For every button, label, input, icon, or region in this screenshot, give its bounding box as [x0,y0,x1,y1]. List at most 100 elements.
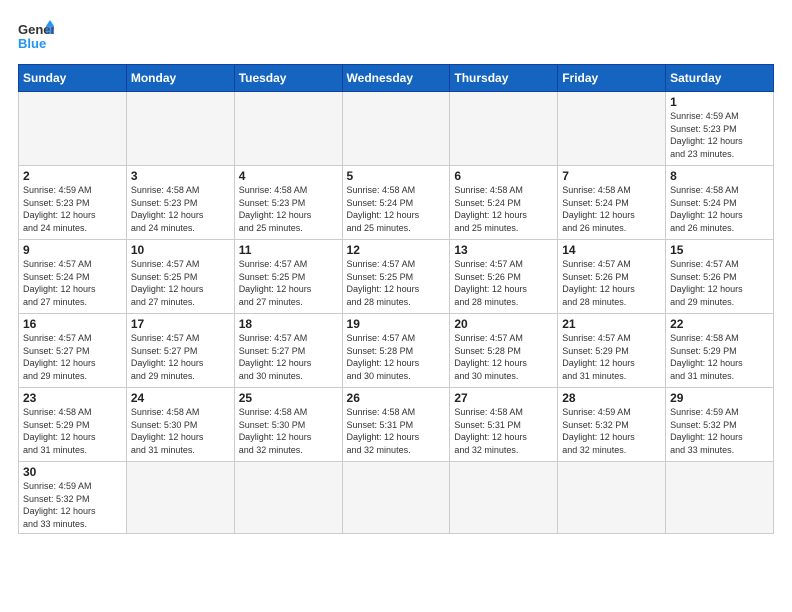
calendar-row-4: 16Sunrise: 4:57 AM Sunset: 5:27 PM Dayli… [19,314,774,388]
calendar: SundayMondayTuesdayWednesdayThursdayFrid… [18,64,774,534]
calendar-cell [342,92,450,166]
calendar-cell: 5Sunrise: 4:58 AM Sunset: 5:24 PM Daylig… [342,166,450,240]
day-info: Sunrise: 4:58 AM Sunset: 5:23 PM Dayligh… [131,184,230,234]
day-info: Sunrise: 4:58 AM Sunset: 5:31 PM Dayligh… [347,406,446,456]
calendar-cell: 24Sunrise: 4:58 AM Sunset: 5:30 PM Dayli… [126,388,234,462]
calendar-cell [558,92,666,166]
day-number: 13 [454,243,553,257]
header: General Blue [18,18,774,54]
day-info: Sunrise: 4:58 AM Sunset: 5:29 PM Dayligh… [23,406,122,456]
calendar-cell: 20Sunrise: 4:57 AM Sunset: 5:28 PM Dayli… [450,314,558,388]
calendar-cell: 26Sunrise: 4:58 AM Sunset: 5:31 PM Dayli… [342,388,450,462]
day-number: 20 [454,317,553,331]
svg-text:Blue: Blue [18,36,46,51]
calendar-cell [342,462,450,534]
day-info: Sunrise: 4:57 AM Sunset: 5:27 PM Dayligh… [239,332,338,382]
day-number: 24 [131,391,230,405]
calendar-cell: 12Sunrise: 4:57 AM Sunset: 5:25 PM Dayli… [342,240,450,314]
day-number: 29 [670,391,769,405]
day-number: 9 [23,243,122,257]
day-number: 19 [347,317,446,331]
day-number: 2 [23,169,122,183]
day-info: Sunrise: 4:58 AM Sunset: 5:24 PM Dayligh… [670,184,769,234]
day-number: 27 [454,391,553,405]
day-info: Sunrise: 4:57 AM Sunset: 5:28 PM Dayligh… [347,332,446,382]
calendar-cell [666,462,774,534]
calendar-cell: 6Sunrise: 4:58 AM Sunset: 5:24 PM Daylig… [450,166,558,240]
day-number: 26 [347,391,446,405]
day-number: 28 [562,391,661,405]
day-number: 21 [562,317,661,331]
calendar-cell: 11Sunrise: 4:57 AM Sunset: 5:25 PM Dayli… [234,240,342,314]
calendar-row-3: 9Sunrise: 4:57 AM Sunset: 5:24 PM Daylig… [19,240,774,314]
calendar-cell [126,92,234,166]
day-info: Sunrise: 4:57 AM Sunset: 5:25 PM Dayligh… [131,258,230,308]
calendar-cell [126,462,234,534]
calendar-cell [234,92,342,166]
weekday-saturday: Saturday [666,65,774,92]
day-info: Sunrise: 4:59 AM Sunset: 5:23 PM Dayligh… [23,184,122,234]
day-number: 7 [562,169,661,183]
calendar-row-1: 1Sunrise: 4:59 AM Sunset: 5:23 PM Daylig… [19,92,774,166]
day-info: Sunrise: 4:59 AM Sunset: 5:23 PM Dayligh… [670,110,769,160]
calendar-cell: 25Sunrise: 4:58 AM Sunset: 5:30 PM Dayli… [234,388,342,462]
calendar-cell: 4Sunrise: 4:58 AM Sunset: 5:23 PM Daylig… [234,166,342,240]
calendar-row-2: 2Sunrise: 4:59 AM Sunset: 5:23 PM Daylig… [19,166,774,240]
day-number: 5 [347,169,446,183]
calendar-cell: 23Sunrise: 4:58 AM Sunset: 5:29 PM Dayli… [19,388,127,462]
weekday-header-row: SundayMondayTuesdayWednesdayThursdayFrid… [19,65,774,92]
calendar-cell: 18Sunrise: 4:57 AM Sunset: 5:27 PM Dayli… [234,314,342,388]
day-number: 18 [239,317,338,331]
calendar-cell: 3Sunrise: 4:58 AM Sunset: 5:23 PM Daylig… [126,166,234,240]
calendar-cell: 13Sunrise: 4:57 AM Sunset: 5:26 PM Dayli… [450,240,558,314]
weekday-wednesday: Wednesday [342,65,450,92]
calendar-cell: 9Sunrise: 4:57 AM Sunset: 5:24 PM Daylig… [19,240,127,314]
day-info: Sunrise: 4:58 AM Sunset: 5:30 PM Dayligh… [239,406,338,456]
day-number: 4 [239,169,338,183]
day-info: Sunrise: 4:58 AM Sunset: 5:24 PM Dayligh… [347,184,446,234]
day-info: Sunrise: 4:57 AM Sunset: 5:29 PM Dayligh… [562,332,661,382]
calendar-cell: 7Sunrise: 4:58 AM Sunset: 5:24 PM Daylig… [558,166,666,240]
calendar-row-6: 30Sunrise: 4:59 AM Sunset: 5:32 PM Dayli… [19,462,774,534]
calendar-cell: 16Sunrise: 4:57 AM Sunset: 5:27 PM Dayli… [19,314,127,388]
logo: General Blue [18,18,54,54]
day-info: Sunrise: 4:57 AM Sunset: 5:27 PM Dayligh… [23,332,122,382]
calendar-cell: 22Sunrise: 4:58 AM Sunset: 5:29 PM Dayli… [666,314,774,388]
calendar-cell: 2Sunrise: 4:59 AM Sunset: 5:23 PM Daylig… [19,166,127,240]
calendar-cell [234,462,342,534]
calendar-cell: 1Sunrise: 4:59 AM Sunset: 5:23 PM Daylig… [666,92,774,166]
day-number: 12 [347,243,446,257]
day-info: Sunrise: 4:57 AM Sunset: 5:24 PM Dayligh… [23,258,122,308]
weekday-monday: Monday [126,65,234,92]
calendar-cell: 10Sunrise: 4:57 AM Sunset: 5:25 PM Dayli… [126,240,234,314]
calendar-cell [450,462,558,534]
calendar-cell: 14Sunrise: 4:57 AM Sunset: 5:26 PM Dayli… [558,240,666,314]
day-number: 15 [670,243,769,257]
calendar-cell [558,462,666,534]
weekday-tuesday: Tuesday [234,65,342,92]
day-number: 1 [670,95,769,109]
calendar-cell: 17Sunrise: 4:57 AM Sunset: 5:27 PM Dayli… [126,314,234,388]
day-info: Sunrise: 4:57 AM Sunset: 5:26 PM Dayligh… [670,258,769,308]
day-info: Sunrise: 4:57 AM Sunset: 5:28 PM Dayligh… [454,332,553,382]
day-number: 25 [239,391,338,405]
calendar-cell: 27Sunrise: 4:58 AM Sunset: 5:31 PM Dayli… [450,388,558,462]
day-number: 14 [562,243,661,257]
calendar-cell: 28Sunrise: 4:59 AM Sunset: 5:32 PM Dayli… [558,388,666,462]
calendar-cell: 15Sunrise: 4:57 AM Sunset: 5:26 PM Dayli… [666,240,774,314]
day-info: Sunrise: 4:58 AM Sunset: 5:23 PM Dayligh… [239,184,338,234]
day-number: 22 [670,317,769,331]
day-info: Sunrise: 4:58 AM Sunset: 5:30 PM Dayligh… [131,406,230,456]
weekday-friday: Friday [558,65,666,92]
calendar-cell: 8Sunrise: 4:58 AM Sunset: 5:24 PM Daylig… [666,166,774,240]
day-info: Sunrise: 4:58 AM Sunset: 5:24 PM Dayligh… [562,184,661,234]
day-number: 23 [23,391,122,405]
day-number: 3 [131,169,230,183]
day-number: 6 [454,169,553,183]
day-info: Sunrise: 4:58 AM Sunset: 5:24 PM Dayligh… [454,184,553,234]
calendar-cell [19,92,127,166]
day-info: Sunrise: 4:57 AM Sunset: 5:27 PM Dayligh… [131,332,230,382]
day-number: 11 [239,243,338,257]
calendar-cell: 19Sunrise: 4:57 AM Sunset: 5:28 PM Dayli… [342,314,450,388]
calendar-row-5: 23Sunrise: 4:58 AM Sunset: 5:29 PM Dayli… [19,388,774,462]
